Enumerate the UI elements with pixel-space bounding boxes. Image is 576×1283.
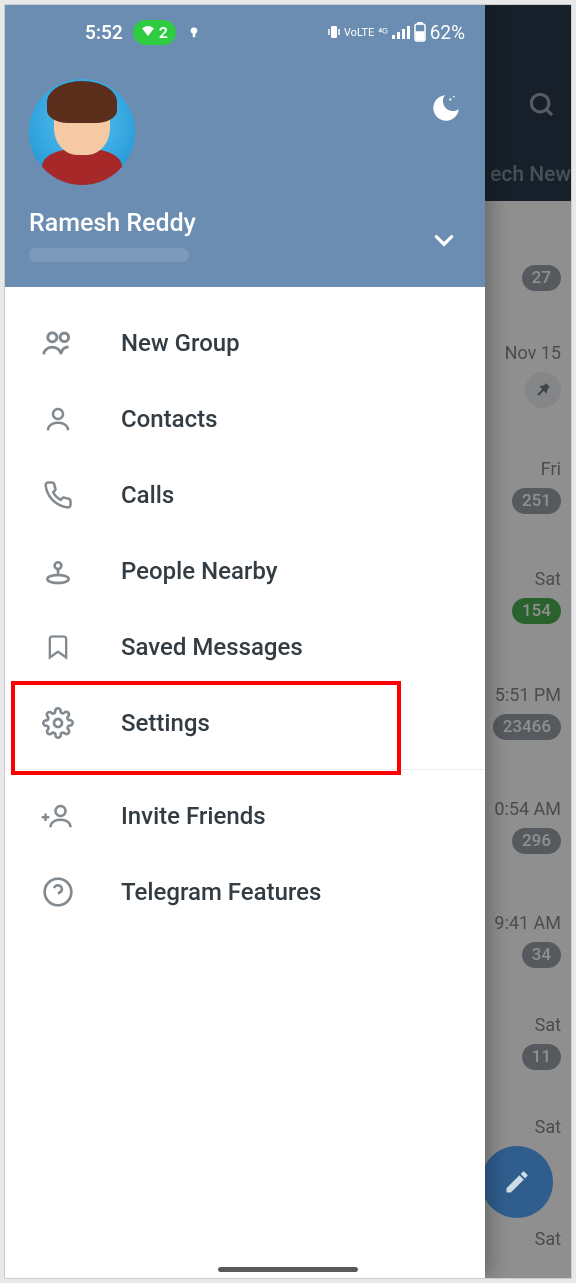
signal-icon: [392, 25, 410, 39]
menu-people-nearby[interactable]: People Nearby: [5, 533, 485, 609]
chat-time: Sat: [535, 1229, 561, 1250]
menu-label: Settings: [121, 709, 210, 737]
help-icon: [41, 875, 75, 909]
home-indicator[interactable]: [218, 1267, 358, 1272]
pin-icon: [525, 372, 561, 408]
menu-label: Telegram Features: [121, 878, 321, 906]
unread-badge: 11: [522, 1044, 561, 1070]
volte-label: VoLTE: [344, 26, 374, 39]
invite-icon: [41, 799, 75, 833]
drawer-menu: New Group Contacts Calls People Nearby: [5, 287, 485, 948]
menu-contacts[interactable]: Contacts: [5, 381, 485, 457]
menu-label: Saved Messages: [121, 633, 303, 661]
phone-icon: [41, 478, 75, 512]
group-icon: [41, 326, 75, 360]
menu-settings[interactable]: Settings: [5, 685, 485, 761]
expand-accounts-icon[interactable]: [431, 227, 457, 257]
gear-icon: [41, 706, 75, 740]
bookmark-icon: [41, 630, 75, 664]
compose-fab[interactable]: [481, 1146, 553, 1218]
menu-label: Calls: [121, 481, 174, 509]
weather-icon: [186, 24, 202, 40]
chat-time: Nov 15: [505, 343, 561, 364]
menu-label: People Nearby: [121, 557, 277, 585]
unread-badge: 23466: [493, 714, 561, 740]
menu-new-group[interactable]: New Group: [5, 305, 485, 381]
chat-time: Fri: [541, 459, 561, 480]
unread-badge: 296: [512, 828, 561, 854]
unread-badge: 27: [522, 265, 561, 291]
nearby-icon: [41, 554, 75, 588]
battery-pct: 62%: [430, 21, 465, 44]
vibrate-icon: [328, 24, 340, 40]
profile-phone-blurred: [29, 248, 189, 262]
menu-label: Invite Friends: [121, 802, 266, 830]
tab-label[interactable]: ech New: [490, 163, 571, 187]
menu-invite-friends[interactable]: Invite Friends: [5, 778, 485, 854]
search-icon[interactable]: [527, 90, 557, 124]
profile-avatar[interactable]: [29, 79, 135, 185]
chat-time: 5:51 PM: [495, 685, 561, 706]
person-icon: [41, 402, 75, 436]
navigation-drawer: 5:52 2 VoLTE ⁴ᴳ 62% Ra: [5, 5, 485, 1278]
chat-time: Sat: [535, 569, 561, 590]
profile-name: Ramesh Reddy: [29, 209, 461, 238]
status-time: 5:52: [85, 21, 123, 44]
unread-badge: 251: [512, 488, 561, 514]
chat-time: 9:41 AM: [494, 913, 561, 934]
network-label: ⁴ᴳ: [378, 26, 388, 39]
menu-label: Contacts: [121, 405, 217, 433]
wifi-call-badge: 2: [133, 20, 176, 45]
menu-label: New Group: [121, 329, 240, 357]
menu-calls[interactable]: Calls: [5, 457, 485, 533]
battery-icon: [414, 22, 426, 42]
chat-time: Sat: [535, 1015, 561, 1036]
unread-badge: 34: [522, 942, 561, 968]
status-bar: 5:52 2 VoLTE ⁴ᴳ 62%: [5, 5, 485, 59]
chat-time: 0:54 AM: [494, 799, 561, 820]
night-mode-icon[interactable]: [429, 91, 463, 129]
menu-saved-messages[interactable]: Saved Messages: [5, 609, 485, 685]
menu-telegram-features[interactable]: Telegram Features: [5, 854, 485, 930]
chat-time: Sat: [535, 1117, 561, 1138]
menu-divider: [5, 769, 485, 770]
unread-badge: 154: [512, 598, 561, 624]
